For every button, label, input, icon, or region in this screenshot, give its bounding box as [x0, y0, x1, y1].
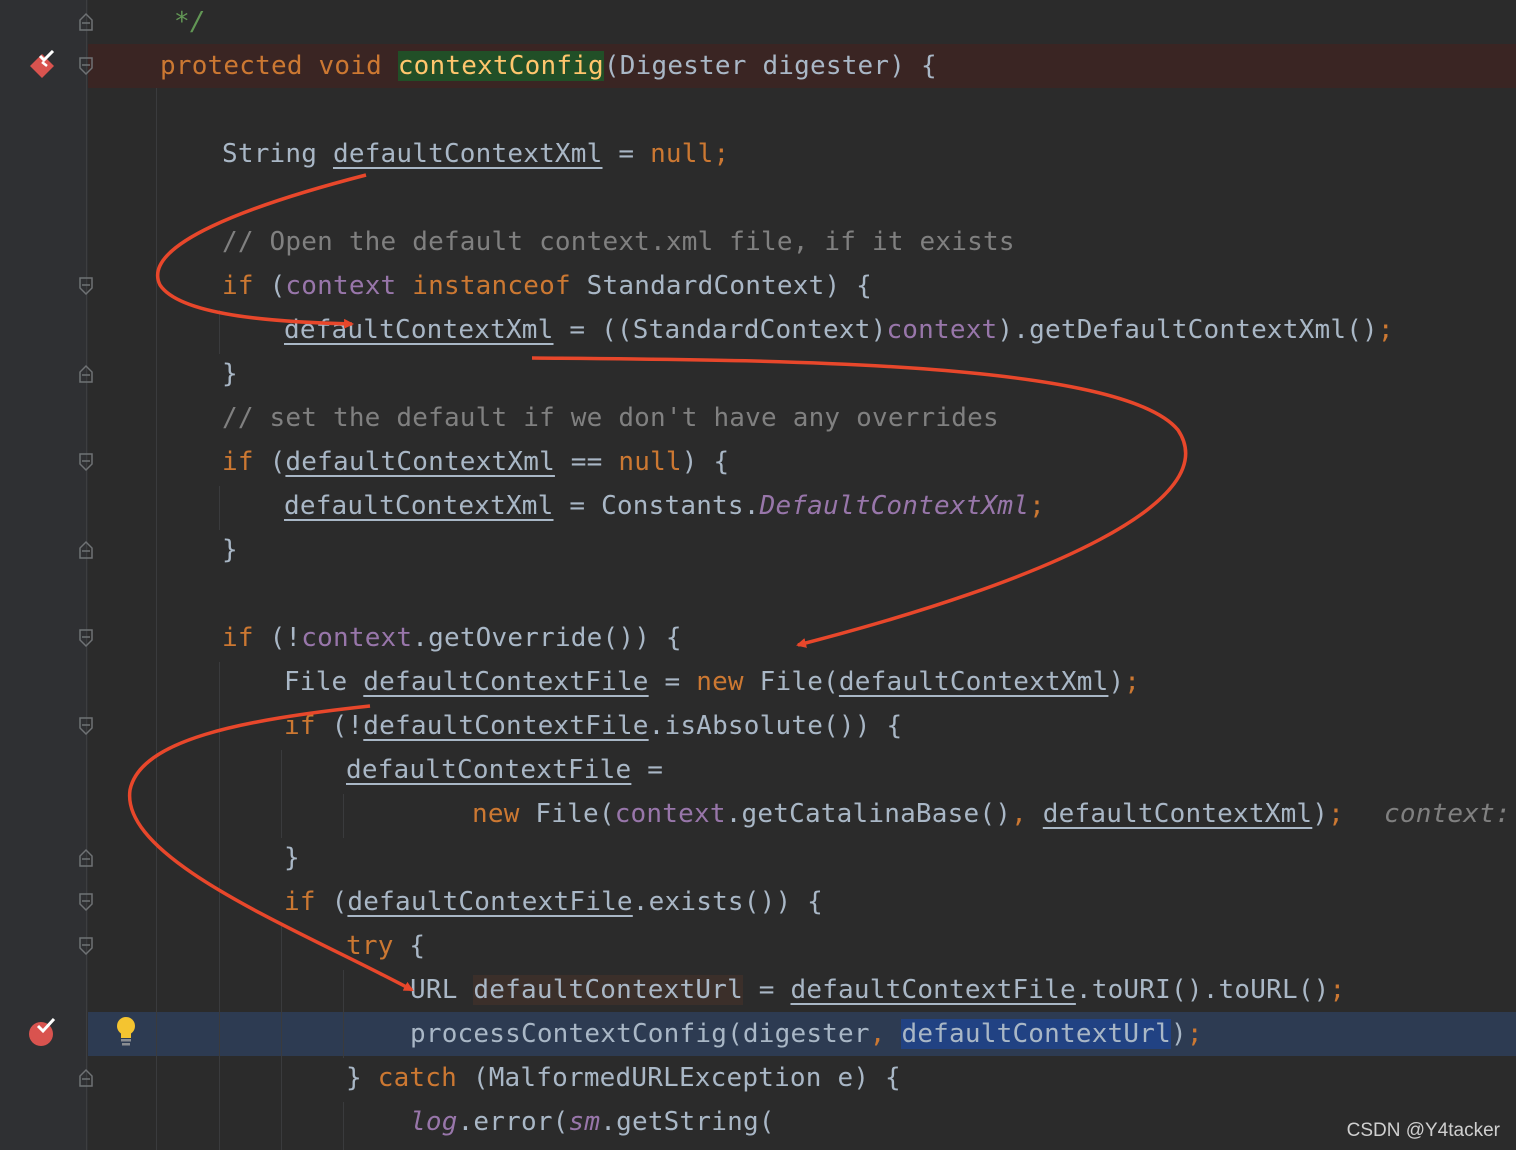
code-line-7[interactable]: if (context instanceof StandardContext) …	[222, 264, 872, 308]
code-line-21[interactable]: if (defaultContextFile.exists()) {	[284, 880, 823, 924]
indent-guide	[219, 310, 220, 354]
code-line-1[interactable]: */	[174, 0, 206, 44]
code-line-4[interactable]: String defaultContextXml = null;	[222, 132, 729, 176]
code-line-6[interactable]: // Open the default context.xml file, if…	[222, 220, 1015, 264]
fold-marker-icon[interactable]	[78, 364, 94, 384]
indent-guide	[219, 662, 220, 1150]
code-line-26[interactable]: log.error(sm.getString(	[410, 1100, 775, 1144]
variable-read-highlight[interactable]: defaultContextUrl	[901, 1019, 1171, 1049]
method-breakpoint-icon[interactable]	[27, 49, 57, 80]
code-line-2[interactable]: protected void contextConfig(Digester di…	[160, 44, 937, 88]
code-line-23[interactable]: URL defaultContextUrl = defaultContextFi…	[410, 968, 1345, 1012]
fold-marker-icon[interactable]	[78, 628, 94, 648]
inline-debug-value: context:	[1384, 799, 1516, 829]
fold-marker-icon[interactable]	[78, 716, 94, 736]
fold-marker-icon[interactable]	[78, 452, 94, 472]
fold-marker-icon[interactable]	[78, 936, 94, 956]
code-line-17[interactable]: if (!defaultContextFile.isAbsolute()) {	[284, 704, 902, 748]
code-line-13[interactable]: }	[222, 528, 238, 572]
indent-guide	[219, 486, 220, 530]
gutter-divider	[86, 0, 87, 1150]
code-line-9[interactable]: }	[222, 352, 238, 396]
code-line-10[interactable]: // set the default if we don't have any …	[222, 396, 999, 440]
code-line-19[interactable]: new File(context.getCatalinaBase(), defa…	[472, 792, 1516, 836]
code-line-15[interactable]: if (!context.getOverride()) {	[222, 616, 682, 660]
fold-marker-icon[interactable]	[78, 892, 94, 912]
code-line-22[interactable]: try {	[346, 924, 425, 968]
fold-marker-icon[interactable]	[78, 540, 94, 560]
editor-gutter[interactable]	[0, 0, 88, 1150]
code-line-24[interactable]: processContextConfig(digester, defaultCo…	[410, 1012, 1203, 1056]
code-line-25[interactable]: } catch (MalformedURLException e) {	[346, 1056, 901, 1100]
indent-guide	[156, 88, 157, 1150]
indent-guide	[281, 750, 282, 838]
code-line-16[interactable]: File defaultContextFile = new File(defau…	[284, 660, 1140, 704]
code-line-20[interactable]: }	[284, 836, 300, 880]
watermark: CSDN @Y4tacker	[1346, 1120, 1500, 1141]
code-line-8[interactable]: defaultContextXml = ((StandardContext)co…	[284, 308, 1394, 352]
indent-guide	[281, 926, 282, 1150]
code-line-12[interactable]: defaultContextXml = Constants.DefaultCon…	[284, 484, 1045, 528]
indent-guide	[343, 1102, 344, 1150]
fold-marker-icon[interactable]	[78, 276, 94, 296]
indent-guide	[343, 970, 344, 1058]
lightbulb-intention-icon[interactable]	[113, 1014, 139, 1046]
method-name-highlight[interactable]: contextConfig	[397, 51, 604, 81]
fold-marker-icon[interactable]	[78, 12, 94, 32]
fold-marker-icon[interactable]	[78, 848, 94, 868]
line-breakpoint-icon[interactable]	[27, 1017, 57, 1048]
code-line-11[interactable]: if (defaultContextXml == null) {	[222, 440, 729, 484]
fold-marker-icon[interactable]	[78, 56, 94, 76]
variable-write-highlight[interactable]: defaultContextUrl	[473, 975, 743, 1005]
indent-guide	[343, 794, 344, 838]
fold-marker-icon[interactable]	[78, 1068, 94, 1088]
code-line-18[interactable]: defaultContextFile =	[346, 748, 663, 792]
